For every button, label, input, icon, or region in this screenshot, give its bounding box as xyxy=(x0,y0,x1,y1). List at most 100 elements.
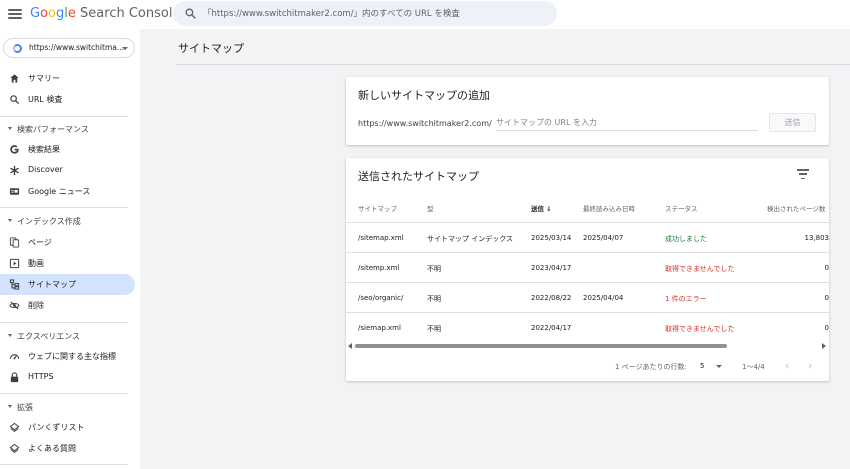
google-g-icon xyxy=(10,145,19,154)
video-icon xyxy=(9,258,20,269)
sidebar-item-label: よくある質問 xyxy=(28,444,76,453)
logo-letter: o xyxy=(48,6,57,21)
logo-product-name: Search Console xyxy=(80,6,181,21)
sidebar-item-google-news[interactable]: Google ニュース xyxy=(0,181,135,202)
layers-icon xyxy=(9,443,20,454)
cell-last-read: 2025/04/04 xyxy=(583,294,624,302)
page-title: サイトマップ xyxy=(178,42,244,55)
cell-type: サイトマップ インデックス xyxy=(427,235,514,243)
url-inspection-search[interactable] xyxy=(173,1,557,26)
column-header-last-read[interactable]: 最終読み込み日時 xyxy=(583,203,635,213)
sidebar-item-label: Discover xyxy=(28,165,63,174)
filter-icon[interactable] xyxy=(797,169,809,179)
chevron-down-icon[interactable] xyxy=(716,365,722,368)
cell-submitted: 2022/04/17 xyxy=(531,324,572,332)
sidebar-item-sitemaps[interactable]: サイトマップ xyxy=(0,274,135,295)
next-page-icon[interactable]: › xyxy=(808,359,812,372)
divider xyxy=(0,322,128,323)
divider xyxy=(0,393,128,394)
submitted-sitemaps-title: 送信されたサイトマップ xyxy=(358,170,479,183)
cell-sitemap: /sitemp.xml xyxy=(358,264,400,272)
sitemap-url-input[interactable] xyxy=(496,115,758,131)
add-sitemap-card: 新しいサイトマップの追加 https://www.switchitmaker2.… xyxy=(346,77,829,145)
section-label: エクスペリエンス xyxy=(17,332,81,341)
sidebar-item-label: Google ニュース xyxy=(28,187,91,196)
logo[interactable]: Google Search Console xyxy=(30,6,180,21)
sidebar-item-label: URL 検査 xyxy=(28,95,63,104)
sidebar-item-discover[interactable]: Discover xyxy=(0,160,135,181)
section-label: 拡張 xyxy=(17,403,33,412)
sidebar-item-label: 削除 xyxy=(28,301,44,310)
horizontal-scrollbar[interactable] xyxy=(346,342,829,350)
scroll-right-icon[interactable] xyxy=(822,343,826,349)
submitted-sitemaps-card: 送信されたサイトマップ サイトマップ 型 送信 ↓ 最終読み込み日時 ステータス… xyxy=(346,158,829,381)
cell-sitemap: /seo/organic/ xyxy=(358,294,404,302)
sidebar-item-summary[interactable]: サマリー xyxy=(0,68,135,89)
property-selector[interactable]: https://www.switchitma... xyxy=(3,38,135,58)
search-input[interactable] xyxy=(203,4,543,23)
section-label: インデックス作成 xyxy=(17,217,81,226)
column-header-type[interactable]: 型 xyxy=(427,203,434,213)
sidebar-item-label: パンくずリスト xyxy=(28,423,85,432)
hamburger-menu-icon[interactable] xyxy=(8,7,22,21)
cell-pages: 0 xyxy=(824,324,829,332)
sidebar-item-label: HTTPS xyxy=(28,372,54,381)
sidebar-item-label: ウェブに関する主な指標 xyxy=(28,352,116,361)
caret-down-icon xyxy=(8,219,12,222)
previous-page-icon[interactable]: ‹ xyxy=(785,359,789,372)
logo-letter: G xyxy=(30,6,41,21)
column-header-sitemap[interactable]: サイトマップ xyxy=(358,203,397,213)
sidebar-item-breadcrumbs[interactable]: パンくずリスト xyxy=(0,417,135,438)
search-icon xyxy=(185,8,196,19)
sidebar-item-core-web-vitals[interactable]: ウェブに関する主な指標 xyxy=(0,346,135,367)
table-row[interactable]: /sitemp.xml 不明 2023/04/17 取得できませんでした 0 xyxy=(346,252,829,282)
property-icon xyxy=(13,44,22,53)
scrollbar-thumb[interactable] xyxy=(355,344,727,348)
column-header-submitted[interactable]: 送信 ↓ xyxy=(531,203,552,213)
caret-down-icon xyxy=(8,127,12,130)
asterisk-icon xyxy=(10,165,19,176)
cell-pages: 13,803 xyxy=(804,234,830,242)
add-sitemap-title: 新しいサイトマップの追加 xyxy=(358,89,490,102)
sidebar-item-https[interactable]: HTTPS xyxy=(0,367,135,388)
column-header-status[interactable]: ステータス xyxy=(665,203,698,213)
sidebar-item-pages[interactable]: ページ xyxy=(0,232,135,253)
pages-icon xyxy=(9,237,20,248)
section-enhancements[interactable]: 拡張 xyxy=(0,398,135,416)
divider xyxy=(0,116,128,117)
column-header-label: 送信 xyxy=(531,205,544,213)
sidebar-item-search-results[interactable]: 検索結果 xyxy=(0,139,135,160)
scroll-left-icon[interactable] xyxy=(348,343,352,349)
sidebar: https://www.switchitma... サマリー URL 検査 検索… xyxy=(0,29,140,469)
table-row[interactable]: /sitemap.xml サイトマップ インデックス 2025/03/14 20… xyxy=(346,222,829,252)
sitemap-url-prefix: https://www.switchitmaker2.com/ xyxy=(358,119,492,128)
cell-type: 不明 xyxy=(427,325,441,333)
cell-submitted: 2022/08/22 xyxy=(531,294,572,302)
page-range: 1〜4/4 xyxy=(742,363,765,371)
submit-button[interactable]: 送信 xyxy=(769,113,816,132)
rows-per-page-select[interactable]: 5 xyxy=(700,362,704,370)
section-experience[interactable]: エクスペリエンス xyxy=(0,327,135,345)
cell-type: 不明 xyxy=(427,295,441,303)
sidebar-item-label: 検索結果 xyxy=(28,145,60,154)
sidebar-item-video[interactable]: 動画 xyxy=(0,253,135,274)
cell-status: 取得できませんでした xyxy=(665,265,735,273)
sidebar-item-url-inspection[interactable]: URL 検査 xyxy=(0,89,135,110)
sidebar-item-label: サマリー xyxy=(28,74,60,83)
table-row[interactable]: /siemap.xml 不明 2022/04/17 取得できませんでした 0 xyxy=(346,312,829,342)
section-search-performance[interactable]: 検索パフォーマンス xyxy=(0,120,135,138)
sidebar-item-faq[interactable]: よくある質問 xyxy=(0,438,135,459)
cell-status: 成功しました xyxy=(665,235,707,243)
home-icon xyxy=(10,74,19,83)
cell-pages: 0 xyxy=(824,294,829,302)
layers-icon xyxy=(9,422,20,433)
section-indexing[interactable]: インデックス作成 xyxy=(0,212,135,230)
column-header-discovered-pages[interactable]: 検出されたページ数 xyxy=(767,203,825,213)
sidebar-item-removals[interactable]: 削除 xyxy=(0,295,135,316)
top-app-bar: Google Search Console xyxy=(0,0,850,29)
sidebar-item-label: 動画 xyxy=(28,259,44,268)
table-row[interactable]: /seo/organic/ 不明 2022/08/22 2025/04/04 1… xyxy=(346,282,829,312)
caret-down-icon xyxy=(8,405,12,408)
cell-status: 1 件のエラー xyxy=(665,295,707,303)
cell-submitted: 2025/03/14 xyxy=(531,234,572,242)
